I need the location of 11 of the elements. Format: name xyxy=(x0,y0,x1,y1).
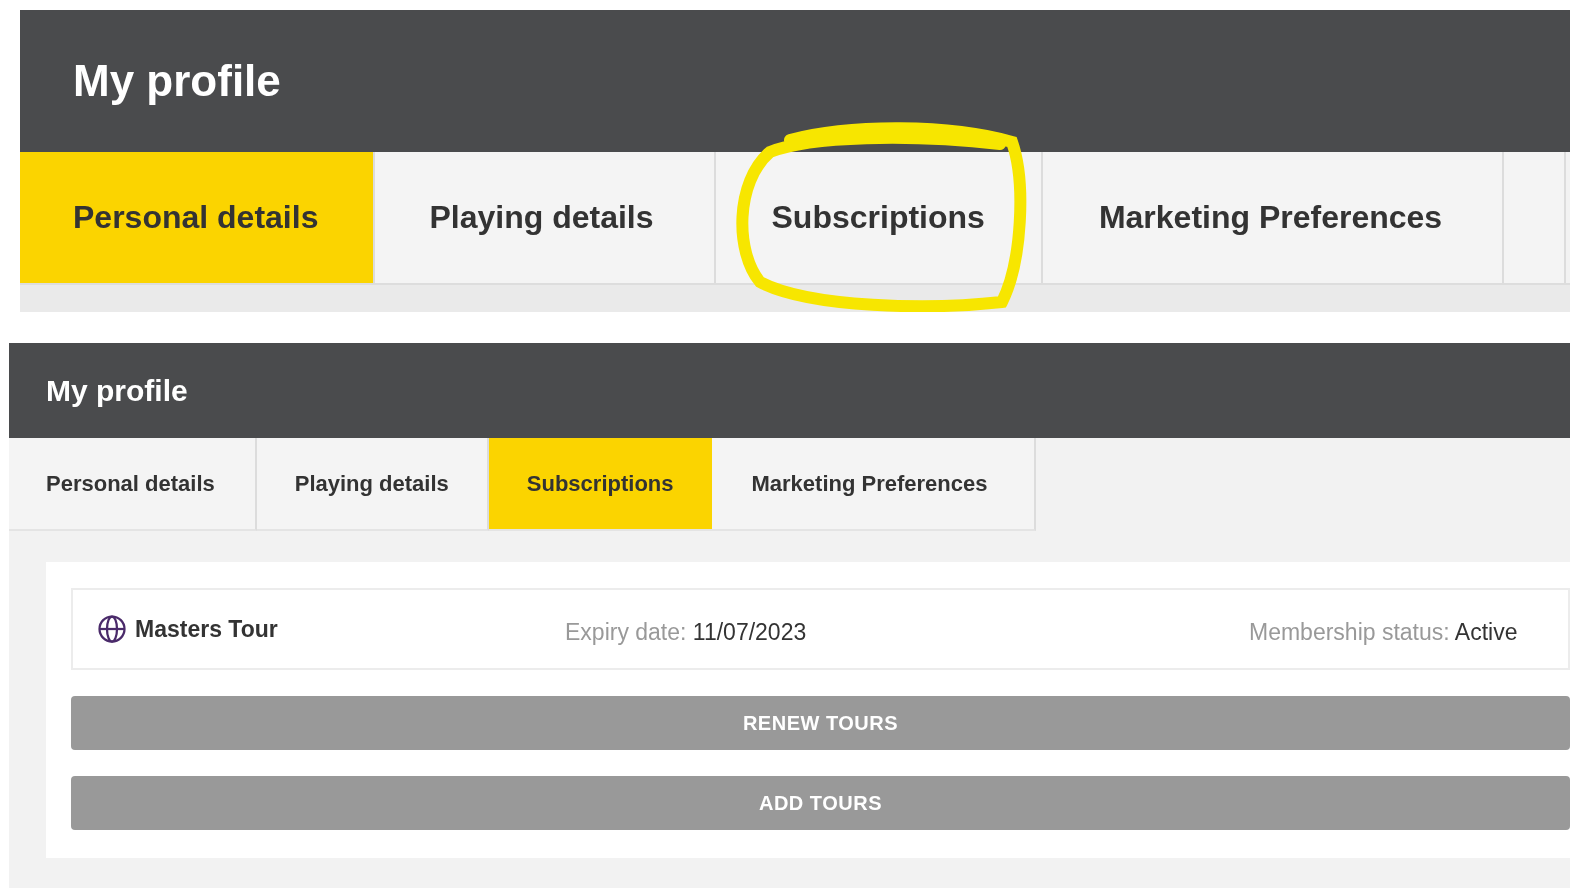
expiry-date: Expiry date: 11/07/2023 xyxy=(565,617,808,646)
membership-status: Membership status: Active xyxy=(1249,617,1518,646)
tab[interactable]: Marketing Preferences xyxy=(711,438,1036,531)
tab[interactable]: Playing details xyxy=(256,438,489,531)
subscription-name: Masters Tour xyxy=(135,615,279,643)
tab[interactable]: Personal details xyxy=(20,152,376,283)
globe-icon xyxy=(97,614,127,644)
tab[interactable]: Personal details xyxy=(9,438,257,531)
tab[interactable]: Subscriptions xyxy=(488,438,712,531)
page-title: My profile xyxy=(46,373,188,408)
page-title: My profile xyxy=(73,56,281,106)
